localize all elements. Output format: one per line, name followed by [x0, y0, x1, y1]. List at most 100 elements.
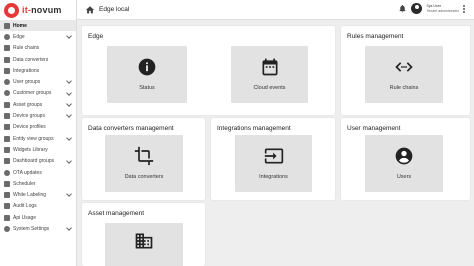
- tile-label: Integrations: [259, 174, 288, 180]
- rule-chains-icon: [4, 45, 10, 52]
- logo: it-novum: [0, 0, 76, 20]
- data-converters-management-card: Data converters management Data converte…: [82, 118, 205, 200]
- account-icon: [395, 147, 413, 165]
- asset-groups-icon: [4, 101, 10, 108]
- dashboard-groups-icon: [4, 158, 10, 165]
- status-tile[interactable]: Status: [107, 46, 187, 103]
- data-converters-tile[interactable]: Data converters: [105, 135, 183, 192]
- sidebar-item-label: System Settings: [13, 225, 50, 232]
- sidebar-item-data-converters[interactable]: Data converters: [0, 54, 76, 65]
- integrations-tile[interactable]: Integrations: [235, 135, 312, 192]
- customer-groups-icon: [4, 90, 10, 97]
- sidebar-item-label: Entity view groups: [13, 135, 54, 142]
- sidebar-item-label: White Labeling: [13, 192, 47, 199]
- widgets-library-icon: [4, 146, 10, 153]
- sidebar-item-home[interactable]: Home: [0, 20, 76, 32]
- card-title: Rules management: [347, 33, 404, 40]
- tile-label: Data converters: [124, 174, 164, 180]
- sidebar-item-label: Asset groups: [13, 101, 43, 108]
- chevron-down-icon: [66, 101, 72, 107]
- system-settings-icon: [4, 225, 10, 232]
- sidebar-item-label: Rule chains: [13, 45, 40, 52]
- input-icon: [264, 148, 283, 164]
- device-profiles-icon: [4, 124, 10, 131]
- sidebar-item-dashboard-groups[interactable]: Dashboard groups: [0, 156, 76, 167]
- sidebar-item-system-settings[interactable]: System Settings: [0, 223, 76, 234]
- chevron-down-icon: [66, 112, 72, 119]
- chevron-down-icon: [66, 89, 72, 96]
- sidebar-item-widgets-library[interactable]: Widgets Library: [0, 144, 76, 155]
- sidebar-item-label: Edge: [13, 33, 25, 40]
- card-title: Asset management: [88, 210, 145, 217]
- sidebar-item-label: Widgets Library: [13, 146, 48, 153]
- sidebar-item-label: Device profiles: [13, 124, 46, 131]
- info-icon: [138, 58, 156, 76]
- sidebar-item-audit-logs[interactable]: Audit Logs: [0, 201, 76, 212]
- sidebar-item-customer-groups[interactable]: Customer groups: [0, 88, 76, 99]
- chevron-down-icon: [66, 157, 72, 164]
- users-tile[interactable]: Users: [365, 135, 443, 192]
- tile-label: Rule chains: [389, 85, 419, 91]
- sidebar-item-ota-updates[interactable]: OTA updates: [0, 167, 76, 178]
- sidebar-item-user-groups[interactable]: User groups: [0, 76, 76, 87]
- edge-card: Edge Status Cloud events: [82, 26, 335, 115]
- sidebar-item-label: User groups: [13, 79, 41, 86]
- calendar-icon: [262, 58, 277, 76]
- home-icon: [4, 22, 10, 29]
- chevron-down-icon: [66, 225, 72, 232]
- crop-icon: [134, 146, 154, 166]
- logo-text: it-novum: [22, 5, 62, 15]
- assets-tile[interactable]: [105, 223, 183, 266]
- sidebar-item-label: Customer groups: [13, 90, 52, 97]
- tile-label: Status: [139, 85, 155, 91]
- cloud-events-tile[interactable]: Cloud events: [231, 46, 308, 103]
- card-title: Data converters management: [88, 125, 174, 132]
- page-title: Edge local: [99, 6, 130, 13]
- sidebar-item-label: OTA updates: [13, 169, 42, 176]
- tile-label: Cloud events: [253, 85, 286, 91]
- rules-management-card: Rules management Rule chains: [341, 26, 470, 115]
- user-groups-icon: [4, 79, 10, 86]
- user-role: Tenant administrator: [426, 8, 459, 13]
- audit-logs-icon: [4, 203, 10, 210]
- user-management-card: User management Users: [341, 118, 470, 200]
- chevron-down-icon: [66, 135, 72, 141]
- integrations-management-card: Integrations management Integrations: [211, 118, 335, 200]
- device-groups-icon: [4, 113, 10, 120]
- sidebar-item-label: Integrations: [13, 67, 40, 74]
- sidebar-item-edge[interactable]: Edge: [0, 31, 76, 42]
- sidebar-item-label: Data converters: [13, 56, 49, 63]
- user-info[interactable]: Sys User Tenant administrator: [426, 4, 459, 14]
- tile-label: Users: [396, 174, 412, 180]
- sidebar-item-scheduler[interactable]: Scheduler: [0, 178, 76, 189]
- sidebar: it-novum Home Edge Rule chains Data conv…: [0, 0, 77, 266]
- integrations-icon: [4, 67, 10, 74]
- avatar[interactable]: [411, 3, 423, 14]
- rule-chains-tile[interactable]: Rule chains: [365, 46, 443, 103]
- white-labeling-icon: [4, 192, 10, 199]
- edge-icon: [4, 33, 10, 40]
- sidebar-item-label: Home: [13, 22, 27, 29]
- asset-management-card: Asset management: [82, 203, 205, 266]
- top-bar: Edge local Sys User Tenant administrator: [77, 0, 474, 20]
- sidebar-item-white-labeling[interactable]: White Labeling: [0, 189, 76, 200]
- sidebar-item-api-usage[interactable]: Api Usage: [0, 212, 76, 223]
- entity-view-groups-icon: [4, 135, 10, 142]
- header-actions: Sys User Tenant administrator: [398, 3, 466, 14]
- sidebar-item-integrations[interactable]: Integrations: [0, 65, 76, 76]
- sidebar-item-entity-view-groups[interactable]: Entity view groups: [0, 133, 76, 144]
- card-title: Edge: [88, 33, 104, 40]
- sidebar-item-label: Audit Logs: [13, 203, 37, 210]
- api-usage-icon: [4, 214, 10, 221]
- chevron-down-icon: [66, 78, 72, 85]
- sidebar-item-rule-chains[interactable]: Rule chains: [0, 43, 76, 54]
- sidebar-item-asset-groups[interactable]: Asset groups: [0, 99, 76, 110]
- home-icon[interactable]: [85, 5, 95, 15]
- more-menu-icon[interactable]: [463, 4, 466, 13]
- sidebar-item-device-groups[interactable]: Device groups: [0, 110, 76, 121]
- sidebar-item-label: Scheduler: [13, 180, 36, 187]
- notifications-bell-icon[interactable]: [398, 4, 407, 13]
- sidebar-item-device-profiles[interactable]: Device profiles: [0, 122, 76, 133]
- sidebar-item-label: Dashboard groups: [13, 158, 55, 165]
- logo-mark-icon: [4, 2, 19, 18]
